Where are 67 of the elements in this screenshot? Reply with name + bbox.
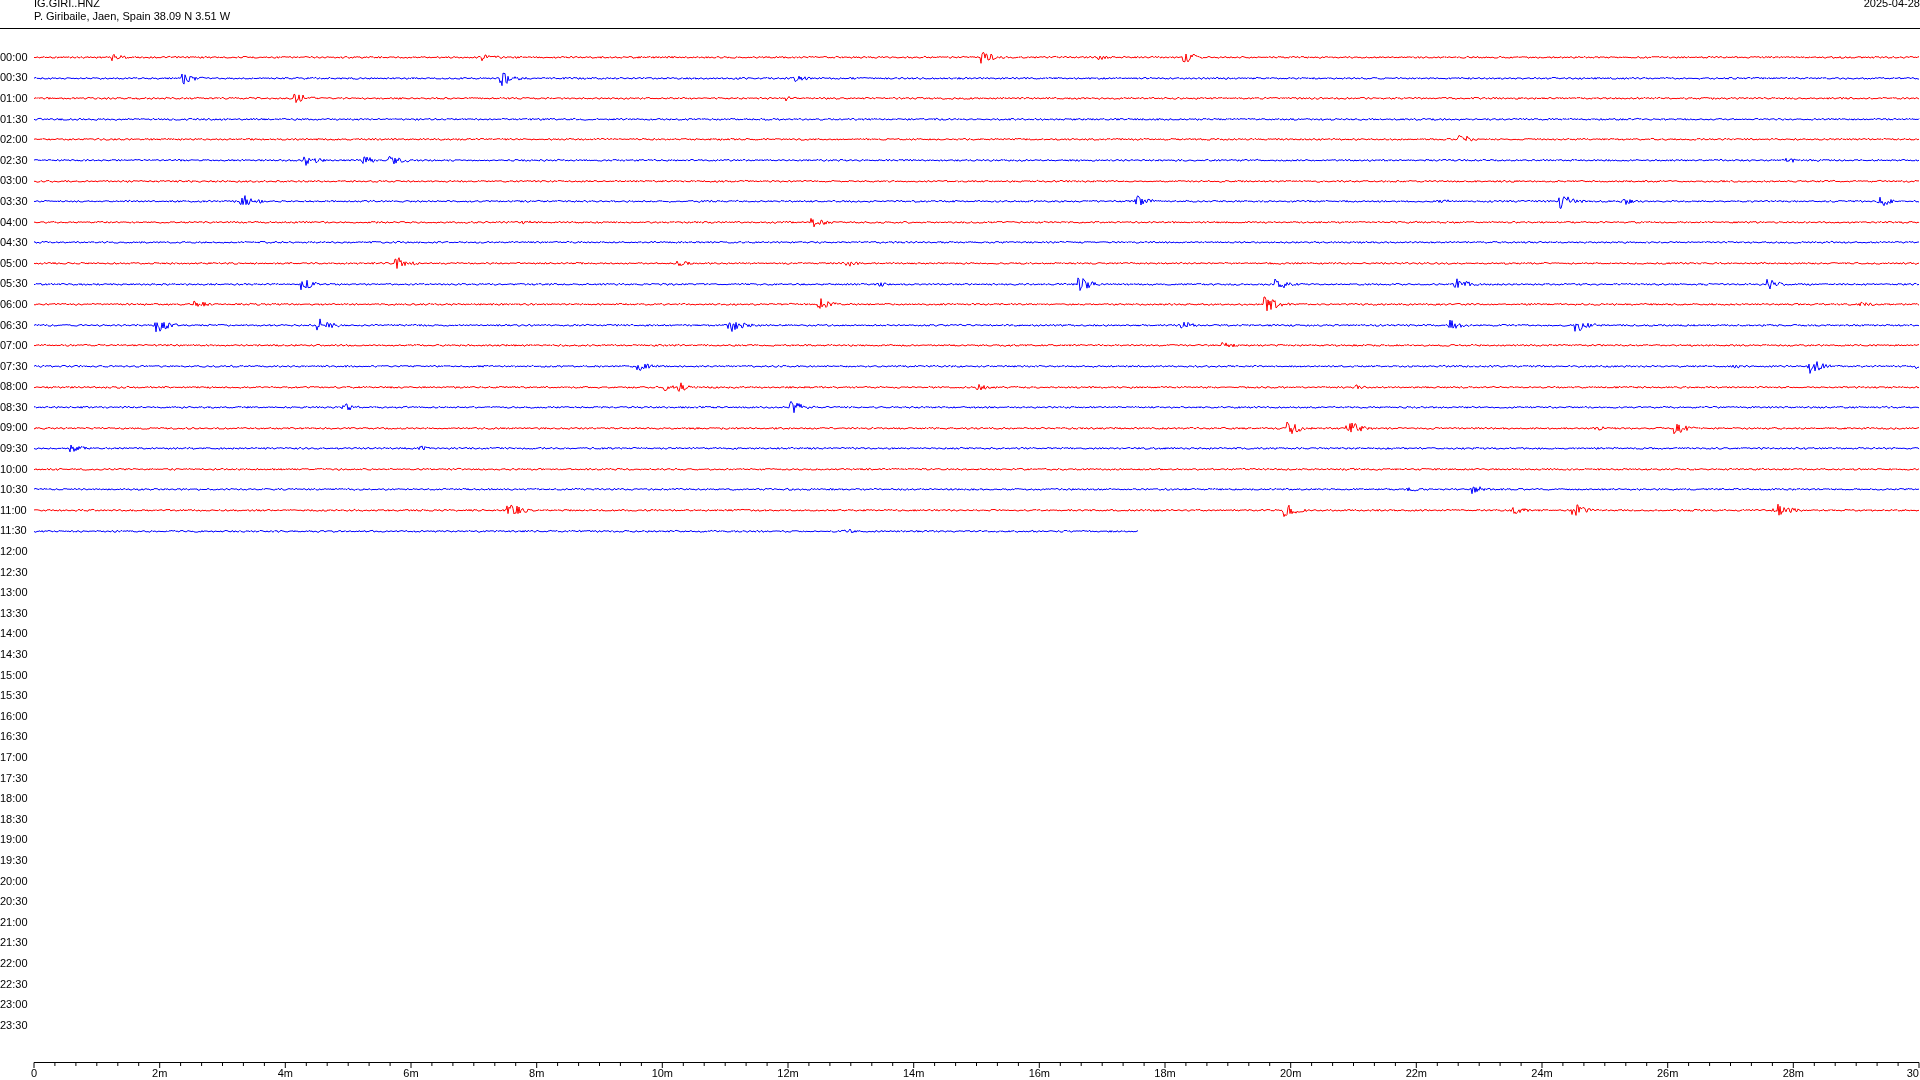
time-label: 09:30 (0, 442, 29, 456)
time-label: 07:00 (0, 339, 29, 353)
time-label: 10:30 (0, 483, 29, 497)
time-label: 18:30 (0, 812, 29, 826)
time-label: 21:30 (0, 936, 29, 950)
time-label: 01:30 (0, 112, 29, 126)
time-label: 10:00 (0, 462, 29, 476)
time-label: 20:30 (0, 895, 29, 909)
axis-label: 12m (777, 1066, 799, 1079)
time-label: 23:00 (0, 998, 29, 1012)
time-label: 06:30 (0, 318, 29, 332)
axis-label: 24m (1531, 1066, 1553, 1079)
time-label: 17:00 (0, 751, 29, 764)
time-label: 06:00 (0, 297, 29, 311)
time-label: 12:30 (0, 565, 29, 579)
time-label: 04:00 (0, 215, 29, 229)
time-label: 23:30 (0, 1018, 29, 1032)
axis-label: 6m (403, 1066, 419, 1079)
time-label: 03:30 (0, 194, 29, 208)
time-label: 05:00 (0, 256, 29, 270)
time-label: 19:30 (0, 853, 29, 867)
axis-label: 10m (651, 1066, 674, 1079)
station-code: IG.GIRI..HNZ (34, 0, 101, 10)
time-label: 19:00 (0, 833, 29, 847)
axis-label: 20m (1279, 1066, 1302, 1079)
time-label: 12:00 (0, 545, 29, 559)
time-label: 22:00 (0, 956, 29, 970)
time-label: 00:00 (0, 50, 29, 64)
axis-label: 16m (1028, 1066, 1051, 1079)
time-label: 21:00 (0, 915, 29, 929)
axis-label: 30 (1906, 1066, 1919, 1079)
axis-label: 18m (1154, 1066, 1176, 1079)
time-label: 14:00 (0, 627, 29, 641)
time-label: 16:00 (0, 709, 29, 723)
axis-label: 4m (277, 1066, 293, 1079)
time-label: 03:00 (0, 174, 29, 188)
time-label: 11:30 (0, 524, 28, 538)
time-label: 01:00 (0, 92, 29, 105)
time-label: 07:30 (0, 359, 29, 373)
axis-label: 28m (1782, 1066, 1805, 1079)
time-label: 15:00 (0, 668, 29, 682)
time-label: 14:30 (0, 648, 29, 661)
time-label: 18:00 (0, 792, 29, 806)
plot-date: 2025-04-28 (1863, 0, 1920, 10)
station-location: P. Giribaile, Jaen, Spain 38.09 N 3.51 W (34, 10, 231, 23)
time-label: 13:30 (0, 606, 29, 620)
time-label: 20:00 (0, 874, 29, 888)
time-label: 17:30 (0, 771, 29, 785)
time-label: 13:00 (0, 586, 29, 600)
time-label: 22:30 (0, 977, 29, 991)
time-label: 15:30 (0, 689, 29, 703)
axis-label: 22m (1405, 1066, 1428, 1079)
axis-label: 2m (152, 1066, 168, 1079)
time-label: 02:30 (0, 153, 29, 167)
time-label: 09:00 (0, 421, 29, 435)
time-label: 00:30 (0, 71, 29, 85)
time-label: 05:30 (0, 277, 29, 291)
axis-label: 26m (1656, 1066, 1679, 1079)
axis-label: 14m (902, 1066, 925, 1079)
time-label: 08:30 (0, 400, 29, 414)
axis-label: 8m (529, 1066, 545, 1079)
time-label: 16:30 (0, 730, 29, 744)
time-label: 04:30 (0, 236, 29, 250)
time-label: 02:00 (0, 133, 29, 147)
time-label: 11:00 (0, 503, 28, 517)
time-label: 08:00 (0, 380, 29, 394)
axis-label: 0 (31, 1066, 38, 1079)
